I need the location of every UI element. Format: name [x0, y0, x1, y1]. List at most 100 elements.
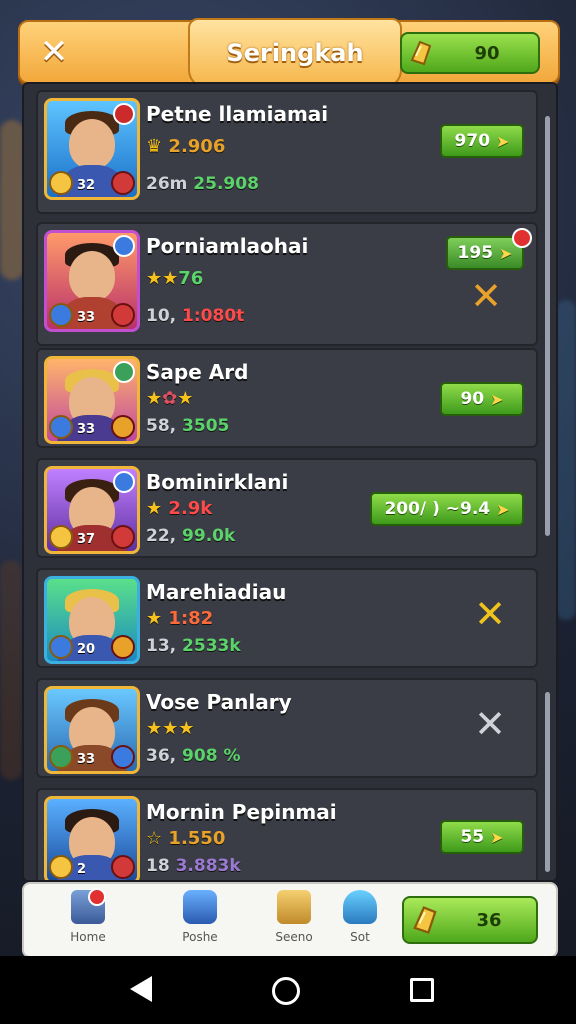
player-substat: 22, 99.0k	[146, 526, 236, 546]
rank-badge	[49, 745, 73, 769]
notification-badge	[113, 235, 135, 257]
list-item[interactable]: 33 Vose Panlary ★★★ 36, 908 % ✕	[36, 678, 538, 778]
player-stat: ★ 2.9k	[146, 498, 213, 519]
currency-cta-button[interactable]: 36	[402, 896, 538, 944]
trophy-icon: ♛	[146, 136, 163, 157]
notification-badge	[113, 103, 135, 125]
player-stat: ★★★	[146, 718, 194, 739]
avatar: 33	[44, 356, 140, 444]
paintbrush-icon	[343, 890, 377, 924]
header-bar: ✕ Seringkah 90	[18, 18, 560, 88]
arrow-icon: ➤	[490, 827, 504, 847]
currency-value: 90	[474, 42, 500, 64]
list-item[interactable]: 2 Mornin Pepinmai ☆ 1.550 18 3.883k 55 ➤	[36, 788, 538, 880]
claim-button[interactable]: 90 ➤	[440, 382, 524, 416]
player-substat: 58, 3505	[146, 416, 230, 436]
player-stat: ★ 1:82	[146, 608, 214, 629]
avatar: 2	[44, 796, 140, 880]
crossed-swords-icon[interactable]: ✕	[474, 592, 506, 636]
back-icon[interactable]	[130, 976, 152, 1002]
star-icon: ★★	[146, 268, 179, 289]
player-stat: ♛ 2.906	[146, 136, 226, 157]
home-circle-icon[interactable]	[272, 977, 300, 1005]
level-label: 32	[77, 178, 96, 193]
rank-badge	[49, 635, 73, 659]
star-icon: ★	[146, 608, 163, 629]
claim-button[interactable]: 970 ➤	[440, 124, 524, 158]
player-substat: 36, 908 %	[146, 746, 241, 766]
notification-badge	[88, 888, 106, 906]
level-label: 20	[77, 642, 96, 657]
player-list-panel[interactable]: 32 Petne llamiamai ♛ 2.906 26m 25.908 97…	[22, 82, 558, 882]
avatar: 33	[44, 230, 140, 332]
claim-button[interactable]: 55 ➤	[440, 820, 524, 854]
notification-dot	[512, 228, 532, 248]
recent-apps-icon[interactable]	[410, 978, 434, 1002]
scrollbar[interactable]	[545, 692, 550, 872]
rank-badge	[49, 525, 73, 549]
star-icon: ★★★	[146, 718, 195, 739]
crossed-swords-icon[interactable]: ✕	[474, 702, 506, 746]
close-icon[interactable]: ✕	[34, 32, 74, 72]
player-stat: ★★76	[146, 268, 204, 289]
avatar: 33	[44, 686, 140, 774]
nav-label: Poshe	[182, 930, 218, 944]
player-name: Marehiadiau	[146, 580, 287, 604]
class-badge	[111, 171, 135, 195]
cta-value: 36	[476, 909, 502, 931]
background-decoration	[0, 560, 22, 780]
star-icon: ★	[146, 388, 163, 409]
page-title: Seringkah	[226, 39, 364, 67]
list-item[interactable]: 33 Sape Ard ★✿★ 58, 3505 90 ➤	[36, 348, 538, 448]
player-substat: 26m 25.908	[146, 174, 259, 194]
system-navigation-bar	[0, 956, 576, 1024]
list-item[interactable]: 32 Petne llamiamai ♛ 2.906 26m 25.908 97…	[36, 90, 538, 214]
star-icon: ☆	[146, 828, 163, 849]
shield-icon	[183, 890, 217, 924]
class-badge	[111, 415, 135, 439]
player-name: Mornin Pepinmai	[146, 800, 337, 824]
scrollbar[interactable]	[545, 116, 550, 536]
scroll-icon	[277, 890, 311, 924]
list-item[interactable]: 20 Marehiadiau ★ 1:82 13, 2533k ✕	[36, 568, 538, 668]
class-badge	[111, 855, 135, 879]
nav-item-sot[interactable]: Sot	[320, 890, 400, 944]
nav-item-home[interactable]: Home	[48, 888, 128, 944]
background-decoration	[0, 120, 24, 280]
claim-button[interactable]: 200/ ) ~9.4 ➤	[370, 492, 524, 526]
rank-badge	[49, 303, 73, 327]
avatar: 32	[44, 98, 140, 200]
player-name: Bominirklani	[146, 470, 289, 494]
gold-coin-icon	[413, 906, 437, 934]
level-label: 37	[77, 532, 96, 547]
rank-badge	[49, 415, 73, 439]
arrow-icon: ➤	[496, 131, 510, 151]
class-badge	[111, 525, 135, 549]
level-label: 33	[77, 752, 96, 767]
player-name: Petne llamiamai	[146, 102, 329, 126]
list-item[interactable]: 37 Bominirklani ★ 2.9k 22, 99.0k 200/ ) …	[36, 458, 538, 558]
level-label: 2	[77, 862, 87, 877]
rank-badge	[49, 171, 73, 195]
class-badge	[111, 745, 135, 769]
avatar: 20	[44, 576, 140, 664]
nav-label: Sot	[350, 930, 370, 944]
player-name: Porniamlaohai	[146, 234, 309, 258]
currency-button[interactable]: 90	[400, 32, 540, 74]
list-item[interactable]: 33 Porniamlaohai ★★76 10, 1:080t 195 ➤ ✕	[36, 222, 538, 346]
notification-badge	[113, 471, 135, 493]
nav-item-poshe[interactable]: Poshe	[160, 890, 240, 944]
player-substat: 18 3.883k	[146, 856, 241, 876]
player-name: Vose Panlary	[146, 690, 292, 714]
arrow-icon: ➤	[496, 499, 510, 519]
arrow-icon: ➤	[490, 389, 504, 409]
player-name: Sape Ard	[146, 360, 249, 384]
avatar: 37	[44, 466, 140, 554]
level-label: 33	[77, 422, 96, 437]
crossed-swords-icon[interactable]: ✕	[470, 274, 502, 318]
level-label: 33	[77, 310, 96, 325]
title-plate: Seringkah	[188, 18, 402, 88]
bottom-nav-bar: Home Poshe Seeno Sot 36	[22, 882, 558, 958]
star-icon: ★	[146, 498, 163, 519]
notification-badge	[113, 361, 135, 383]
